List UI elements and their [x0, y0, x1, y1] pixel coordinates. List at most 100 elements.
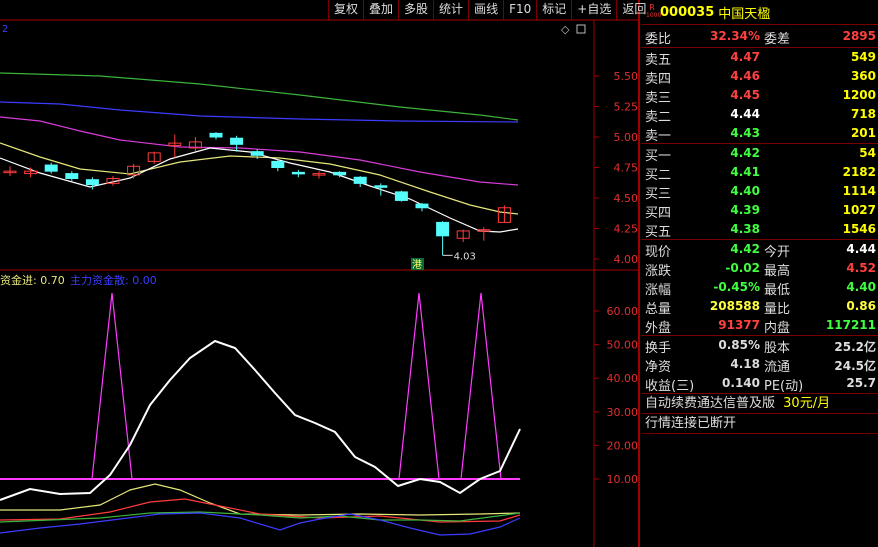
- price-axis-label: 5.00: [614, 131, 639, 144]
- level-volume: 360: [850, 69, 876, 83]
- toolbar-button-3[interactable]: 统计: [433, 0, 468, 20]
- indicator-axis-label: 30.00: [607, 406, 639, 419]
- diamond-icon: ◇: [561, 23, 570, 36]
- stat-label: 现价: [645, 245, 672, 260]
- stat-label: 涨跌: [645, 264, 672, 279]
- hk-badge: 港: [412, 259, 422, 271]
- level-label: 卖二: [645, 110, 672, 125]
- stat-label: 总量: [645, 302, 672, 317]
- stat-value: 24.5亿: [834, 359, 876, 373]
- level-label: 买五: [645, 225, 672, 240]
- level-label: 卖四: [645, 72, 672, 87]
- toolbar-button-7[interactable]: +自选: [571, 0, 616, 20]
- stat-value: 0.140: [722, 376, 760, 390]
- quote-panel: R 1000 000035 中国天楹 委比 32.34% 委差 2895 卖五 4…: [642, 0, 878, 547]
- level-price: 4.46: [730, 69, 760, 83]
- buy-level-row[interactable]: 买一 4.42 54: [642, 144, 878, 164]
- indicator-axis-label: 40.00: [607, 372, 639, 385]
- level-price: 4.45: [730, 88, 760, 102]
- indicator-white-line: [0, 339, 521, 501]
- level-price: 4.41: [730, 165, 760, 179]
- chart-area[interactable]: 4.03 港 资金进: 0.70 主力资金散: 0.00 5.50 5.25 5.00 4…: [0, 0, 646, 547]
- stat-row: 现价 4.42 今开 4.44: [642, 240, 878, 260]
- stat-value: 91377: [718, 318, 760, 332]
- promo-text: 自动续费通达信普及版: [645, 396, 776, 411]
- stat-label: 今开: [764, 245, 791, 260]
- stat-label: 最低: [764, 283, 791, 298]
- sell-level-row[interactable]: 卖五 4.47 549: [642, 48, 878, 68]
- weicha-label: 委差: [764, 32, 791, 47]
- candle-body-down: [374, 185, 388, 188]
- level-price: 4.44: [730, 107, 760, 121]
- toolbar-button-6[interactable]: 标记: [536, 0, 571, 20]
- promo-price: 30元/月: [783, 396, 831, 411]
- stat-label: PE(动): [764, 379, 804, 394]
- sell-level-row[interactable]: 卖四 4.46 360: [642, 67, 878, 87]
- price-axis-label: 5.25: [614, 101, 639, 114]
- level-volume: 1027: [842, 203, 876, 217]
- stat-row: 涨幅 -0.45% 最低 4.40: [642, 278, 878, 298]
- indicator-axis-label: 10.00: [607, 473, 639, 486]
- promo-line[interactable]: 自动续费通达信普及版 30元/月: [642, 394, 878, 413]
- stat-label: 收益(三): [645, 379, 695, 394]
- stat-value: 25.2亿: [834, 340, 876, 354]
- level-volume: 549: [850, 50, 876, 64]
- connection-status: 行情连接已断开: [645, 416, 737, 431]
- price-axis-label: 4.00: [614, 253, 639, 266]
- toolbar-button-1[interactable]: 叠加: [363, 0, 398, 20]
- level-volume: 1200: [842, 88, 876, 102]
- buy-level-row[interactable]: 买五 4.38 1546: [642, 220, 878, 240]
- stock-name[interactable]: 中国天楹: [718, 3, 770, 22]
- stat-value: 117211: [825, 318, 876, 332]
- fundamental-stats: 换手 0.85% 股本 25.2亿 净资 4.18 流通 24.5亿 收益(三) 0.140 PE(…: [642, 336, 878, 394]
- stock-code[interactable]: 000035: [660, 5, 714, 20]
- candle-body-down: [230, 137, 244, 145]
- stat-value: 208588: [709, 299, 760, 313]
- level-label: 买三: [645, 187, 672, 202]
- sell-level-row[interactable]: 卖三 4.45 1200: [642, 86, 878, 106]
- toolbar-button-4[interactable]: 画线: [468, 0, 503, 20]
- candle-body-down: [353, 176, 367, 184]
- level-price: 4.42: [730, 146, 760, 160]
- buy-level-row[interactable]: 买二 4.41 2182: [642, 163, 878, 183]
- stat-label: 最高: [764, 264, 791, 279]
- indicator-spike: [460, 292, 502, 480]
- candle-body-down: [436, 221, 450, 237]
- level-label: 卖三: [645, 91, 672, 106]
- chart-canvas[interactable]: 4.03 港 资金进: 0.70 主力资金散: 0.00 5.50 5.25 5.00 4…: [0, 0, 640, 547]
- stat-value: 25.7: [846, 376, 876, 390]
- sell-orders: 卖五 4.47 549 卖四 4.46 360 卖三 4.45 1200 卖二 4.44 718 卖一 4…: [642, 48, 878, 144]
- sell-level-row[interactable]: 卖二 4.44 718: [642, 105, 878, 125]
- toolbar-button-2[interactable]: 多股: [398, 0, 433, 20]
- indicator-axis-label: 20.00: [607, 439, 639, 452]
- indicator-axis-label: 60.00: [607, 305, 639, 318]
- stat-row: 总量 208588 量比 0.86: [642, 297, 878, 317]
- stat-value: 4.52: [846, 261, 876, 275]
- ma-blue-line: [0, 101, 519, 123]
- low-marker-label: 4.03: [454, 251, 476, 262]
- toolbar-button-5[interactable]: F10: [503, 0, 536, 20]
- price-axis-label: 5.50: [614, 70, 639, 83]
- chart-toolbar: 复权 叠加 多股 统计 画线 F10 标记 +自选 返回: [328, 0, 651, 20]
- stat-value: 0.85%: [718, 338, 760, 352]
- stat-value: 4.40: [846, 280, 876, 294]
- candle-body-down: [394, 191, 408, 201]
- stat-label: 量比: [764, 302, 791, 317]
- weibi-label: 委比: [645, 32, 672, 47]
- candle-body-down: [333, 171, 347, 176]
- level-price: 4.43: [730, 126, 760, 140]
- toolbar-button-0[interactable]: 复权: [328, 0, 363, 20]
- candle-body-down: [85, 179, 99, 186]
- level-price: 4.47: [730, 50, 760, 64]
- level-label: 买二: [645, 168, 672, 183]
- level-price: 4.38: [730, 222, 760, 236]
- stat-value: 4.18: [730, 357, 760, 371]
- badge-r-text: R: [649, 3, 655, 12]
- sell-level-row[interactable]: 卖一 4.43 201: [642, 124, 878, 144]
- buy-level-row[interactable]: 买三 4.40 1114: [642, 182, 878, 202]
- badge-sub-text: 1000: [646, 12, 662, 19]
- buy-level-row[interactable]: 买四 4.39 1027: [642, 201, 878, 221]
- price-axis-label: 4.75: [614, 162, 639, 175]
- stat-label: 股本: [764, 341, 791, 356]
- candle-body-down: [271, 160, 285, 168]
